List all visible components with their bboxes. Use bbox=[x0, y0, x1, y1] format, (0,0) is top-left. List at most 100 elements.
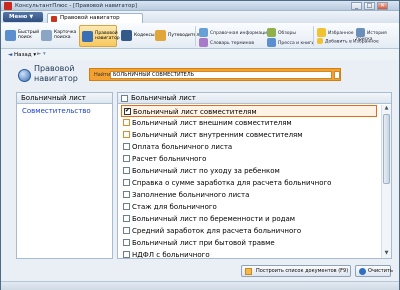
clear-button[interactable]: Очистить bbox=[355, 265, 393, 277]
navigation-row: ◄ Назад ▾ ► ▾ bbox=[1, 49, 399, 60]
situation-row[interactable]: Больничный лист совместителям bbox=[121, 105, 377, 117]
clear-label: Очистить bbox=[368, 268, 393, 274]
situation-checkbox[interactable] bbox=[123, 191, 130, 198]
status-bar bbox=[1, 281, 399, 290]
situation-checkbox[interactable] bbox=[123, 143, 130, 150]
press-books-link[interactable]: Пресса и книги bbox=[267, 38, 314, 47]
situation-checkbox[interactable] bbox=[124, 107, 131, 115]
forward-arrow-icon: ► bbox=[37, 51, 42, 57]
situation-label: НДФЛ с больничного bbox=[132, 251, 210, 259]
clear-icon bbox=[359, 268, 366, 275]
reviews-link[interactable]: Обзоры bbox=[267, 28, 296, 37]
add-star-icon bbox=[317, 38, 323, 44]
press-books-label: Пресса и книги bbox=[278, 41, 315, 46]
chevron-down-icon: ▾ bbox=[33, 52, 37, 58]
tab-label: Правовой навигатор bbox=[60, 15, 120, 21]
toolbar: Быстрый поиск Карточка поиска Правовой н… bbox=[1, 23, 399, 49]
situation-row[interactable]: Заполнение больничного листа bbox=[121, 189, 377, 201]
situation-checkbox[interactable] bbox=[123, 239, 130, 246]
chevron-down-icon: ▾ bbox=[42, 51, 46, 57]
back-arrow-icon: ◄ bbox=[8, 52, 13, 58]
legal-navigator-button[interactable]: Правовой навигатор bbox=[79, 25, 120, 47]
menu-label: Меню bbox=[9, 14, 28, 20]
situation-row[interactable]: Больничный лист при бытовой травме bbox=[121, 237, 377, 249]
chevron-down-icon: ▼ bbox=[29, 14, 34, 20]
star-icon bbox=[317, 28, 326, 37]
navigator-header: Правовой навигатор Найти: bbox=[5, 61, 395, 89]
codes-icon bbox=[121, 30, 132, 41]
page-title: Правовой навигатор bbox=[34, 64, 78, 84]
maximize-button[interactable]: □ bbox=[364, 2, 375, 10]
history-icon bbox=[356, 28, 365, 37]
search-card-icon bbox=[41, 30, 52, 41]
situation-row[interactable]: Больничный лист внутренним совместителям bbox=[121, 129, 377, 141]
forward-button[interactable]: ► ▾ bbox=[37, 50, 46, 59]
situation-row[interactable]: Оплата больничного листа bbox=[121, 141, 377, 153]
situation-checkbox[interactable] bbox=[123, 215, 130, 222]
situation-label: Больничный лист внутренним совместителям bbox=[132, 131, 303, 139]
add-to-favorites-link[interactable]: Добавить в Избранное bbox=[317, 38, 379, 45]
situation-checkbox[interactable] bbox=[123, 167, 130, 174]
toolbar-divider bbox=[313, 26, 314, 46]
situation-row[interactable]: Стаж для больничного bbox=[121, 201, 377, 213]
favorites-link[interactable]: Избранное bbox=[317, 28, 354, 37]
situation-checkbox[interactable] bbox=[123, 155, 130, 162]
reference-info-link[interactable]: Справочная информация bbox=[199, 28, 270, 37]
situation-row[interactable]: НДФЛ с больничного bbox=[121, 249, 377, 259]
menu-button[interactable]: Меню ▼ bbox=[3, 12, 43, 22]
situation-checkbox[interactable] bbox=[123, 119, 130, 126]
document-tab-icon bbox=[51, 16, 57, 22]
scroll-up-icon[interactable]: ▲ bbox=[383, 105, 390, 112]
situation-label: Больничный лист по беременности и родам bbox=[132, 215, 296, 223]
window-title: КонсультантПлюс - [Правовой навигатор] bbox=[15, 3, 137, 9]
key-concepts-pane: Больничный лист Совместительство bbox=[16, 92, 113, 259]
glossary-link[interactable]: Словарь терминов bbox=[199, 38, 254, 47]
situation-label: Стаж для больничного bbox=[132, 203, 217, 211]
build-document-list-label: Построить список документов (F9) bbox=[256, 268, 349, 274]
scroll-down-icon[interactable]: ▼ bbox=[383, 250, 390, 257]
minimize-button[interactable]: _ bbox=[351, 2, 362, 10]
tab-bar: Меню ▼ Правовой навигатор bbox=[1, 11, 399, 23]
situation-row[interactable]: Больничный лист внешним совместителям bbox=[121, 117, 377, 129]
quick-search-button[interactable]: Быстрый поиск bbox=[3, 25, 40, 47]
situation-label: Больничный лист при бытовой травме bbox=[132, 239, 275, 247]
legal-navigator-icon bbox=[82, 31, 93, 42]
situation-row[interactable]: Расчет больничного bbox=[121, 153, 377, 165]
scrollbar-thumb[interactable] bbox=[383, 114, 390, 184]
search-dropdown-button[interactable] bbox=[334, 71, 340, 79]
vertical-scrollbar[interactable]: ▲ ▼ bbox=[381, 105, 391, 258]
situation-label: Заполнение больничного листа bbox=[132, 191, 250, 199]
glossary-label: Словарь терминов bbox=[210, 41, 255, 46]
build-document-list-button[interactable]: Построить список документов (F9) bbox=[241, 265, 351, 277]
situation-checkbox[interactable] bbox=[123, 179, 130, 186]
search-input[interactable] bbox=[110, 71, 332, 79]
favorites-label: Избранное bbox=[328, 31, 354, 36]
title-bar: КонсультантПлюс - [Правовой навигатор] _… bbox=[1, 1, 399, 11]
close-button[interactable]: ✕ bbox=[377, 2, 388, 10]
situation-checkbox[interactable] bbox=[123, 203, 130, 210]
select-all-checkbox[interactable] bbox=[121, 95, 128, 102]
quick-search-label: Быстрый поиск bbox=[18, 30, 40, 40]
search-card-button[interactable]: Карточка поиска bbox=[39, 25, 77, 47]
glossary-icon bbox=[199, 38, 208, 47]
codes-button[interactable]: Кодексы bbox=[119, 25, 155, 47]
guides-button[interactable]: Путеводители bbox=[153, 25, 202, 47]
tab-legal-navigator[interactable]: Правовой навигатор bbox=[47, 13, 143, 23]
reference-info-label: Справочная информация bbox=[210, 31, 270, 36]
situation-checkbox[interactable] bbox=[123, 131, 130, 138]
page-title-line2: навигатор bbox=[34, 74, 78, 83]
situation-label: Расчет больничного bbox=[132, 155, 207, 163]
key-concepts-header: Больничный лист bbox=[17, 93, 112, 104]
situation-row[interactable]: Справка о сумме заработка для расчета бо… bbox=[121, 177, 377, 189]
key-concept-item[interactable]: Совместительство bbox=[22, 107, 91, 116]
situation-row[interactable]: Больничный лист по беременности и родам bbox=[121, 213, 377, 225]
situation-checkbox[interactable] bbox=[123, 251, 130, 258]
toolbar-divider bbox=[195, 26, 196, 46]
situation-row[interactable]: Больничный лист по уходу за ребенком bbox=[121, 165, 377, 177]
back-button[interactable]: ◄ Назад ▾ bbox=[4, 50, 40, 61]
situation-row[interactable]: Средний заработок для расчета больничног… bbox=[121, 225, 377, 237]
situation-checkbox[interactable] bbox=[123, 227, 130, 234]
search-bar: Найти: bbox=[89, 68, 341, 81]
codes-label: Кодексы bbox=[134, 33, 155, 38]
situations-header-label: Больничный лист bbox=[131, 94, 196, 102]
